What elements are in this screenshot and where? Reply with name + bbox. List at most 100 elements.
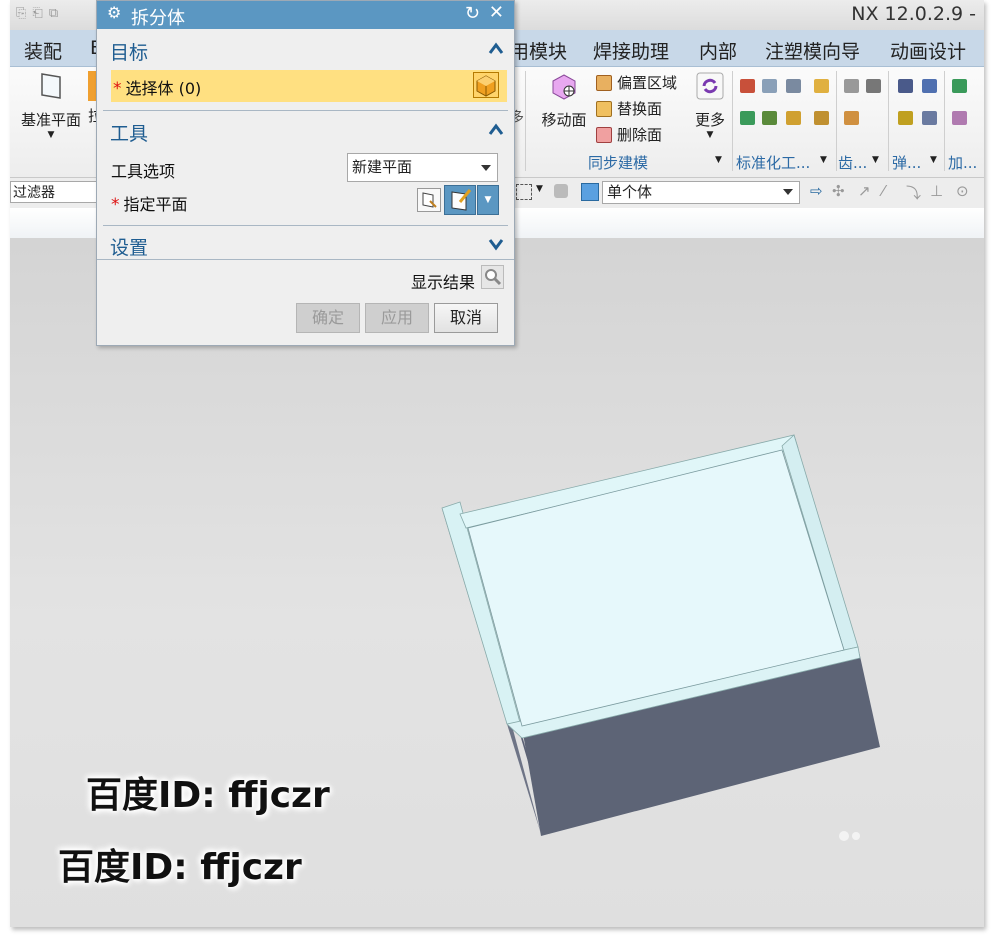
view-indicator-icon [839,831,849,841]
more-button[interactable]: 更多 ▼ [690,71,730,140]
group-label-standard-tools: 标准化工... [736,154,811,172]
fastener-icon[interactable] [740,111,755,125]
window-icon[interactable]: ⧉ [49,6,58,21]
divider [97,259,514,260]
ok-button[interactable]: 确定 [296,303,360,333]
eraser-icon[interactable] [554,184,568,198]
show-result-button[interactable] [481,265,504,289]
apply-button[interactable]: 应用 [365,303,429,333]
gear-pair-icon[interactable] [866,79,881,93]
group-label-sync-modeling: 同步建模 [588,154,649,172]
group-expand-icon[interactable]: ▼ [715,155,722,165]
ribbon-separator [732,71,733,171]
datum-plane-icon [41,73,61,99]
arrow-right-icon[interactable]: ⇨ [810,182,823,200]
divider [103,110,508,111]
dialog-title-bar[interactable]: ⚙ 拆分体 ↻ ✕ [97,1,514,29]
delete-face-icon [596,126,612,143]
select-body-text: 选择体 (0) [125,79,202,98]
spring-icon[interactable] [762,79,777,93]
spring-design-icon[interactable] [898,79,913,93]
group-label-spring: 弹... [892,154,922,172]
plane-options-dropdown[interactable]: ▼ [477,185,499,215]
target-section-header[interactable]: 目标 [97,33,514,67]
delete-face-button[interactable]: 删除面 [596,124,662,145]
center-point-icon[interactable]: ⊙ [956,182,969,200]
snap-point-icon[interactable]: ✣ [832,182,845,200]
plane-select-button[interactable] [417,188,441,212]
select-body-row[interactable]: * 选择体 (0) [111,70,507,102]
close-icon[interactable]: ✕ [489,2,504,23]
group-expand-icon[interactable]: ▼ [820,155,827,165]
line-snap-icon[interactable]: ↗ [858,182,871,200]
tool-icon[interactable] [814,79,829,93]
dropdown-arrow-icon: ▼ [47,130,55,140]
menu-mold-wizard[interactable]: 注塑模向导 [765,37,860,64]
menu-weld-assistant[interactable]: 焊接助理 [593,37,669,64]
gear-tool-icon[interactable] [844,111,859,125]
specify-plane-row: * 指定平面 [111,191,188,215]
watermark: 百度ID: ffjczr [58,847,302,888]
offset-region-button[interactable]: 偏置区域 [596,72,677,93]
chevron-down-icon [488,239,504,251]
tool-option-combo[interactable]: 新建平面 [347,153,498,182]
app-title: NX 12.0.2.9 - [851,3,976,25]
menu-animation-design[interactable]: 动画设计 [890,37,966,64]
select-body-button[interactable] [473,72,499,98]
group-expand-icon[interactable]: ▼ [930,155,937,165]
wrench-icon[interactable] [762,111,777,125]
curve-snap-icon[interactable]: ⤵ [906,182,921,203]
settings-section-title: 设置 [110,237,149,259]
move-face-label: 移动面 [541,111,587,129]
target-section-title: 目标 [110,42,149,64]
plane-dialog-button[interactable] [444,185,476,215]
intersection-icon[interactable]: ⊥ [930,182,943,200]
spring-edit-icon[interactable] [922,79,937,93]
menu-application-modules[interactable]: 用模块 [510,37,567,64]
more-label: 更多 [694,111,725,129]
copy-icon[interactable]: ⎘ [16,6,26,21]
magnifier-icon [485,269,502,286]
datum-plane-label: 基准平面 [20,111,81,129]
move-face-button[interactable]: 移动面 [536,71,592,130]
body-filter-icon[interactable] [581,183,599,201]
menu-internal[interactable]: 内部 [699,37,737,64]
part-library-icon[interactable] [814,111,829,125]
tool-section-header[interactable]: 工具 [97,114,514,148]
type-filter-combo[interactable]: 过滤器 [10,181,106,203]
gear-icon: ⚙ [107,3,122,22]
show-result-label: 显示结果 [411,273,476,292]
solid-body-icon [476,75,496,97]
chevron-down-icon [481,165,491,171]
folder-icon[interactable] [786,111,801,125]
gear-icon[interactable] [844,79,859,93]
dropdown-arrow-icon[interactable]: ▼ [536,184,543,194]
group-expand-icon[interactable]: ▼ [872,155,879,165]
ribbon-separator [888,71,889,171]
machining-tool-icon[interactable] [952,111,967,125]
menu-assembly[interactable]: 装配 [24,37,62,64]
paste-icon[interactable]: ⎗ [32,6,42,21]
nx-window: ⎘ ⎗ ⧉ NX 12.0.2.9 - 装配 E 用模块 焊接助理 内部 注塑模… [10,0,984,927]
replace-face-button[interactable]: 替换面 [596,98,662,119]
machining-icon[interactable] [952,79,967,93]
chevron-up-icon [488,123,504,135]
spring-coil-icon[interactable] [898,111,913,125]
standard-part-icon[interactable] [740,79,755,93]
plane-dialog-icon [451,189,472,211]
quick-access-toolbar: ⎘ ⎗ ⧉ [16,6,58,21]
end-point-icon[interactable]: ⁄ [882,182,885,200]
cancel-button[interactable]: 取消 [434,303,498,333]
settings-section-header[interactable]: 设置 [97,228,514,262]
ribbon-separator [944,71,945,171]
plane-select-icon [422,192,437,208]
reset-icon[interactable]: ↻ [465,3,480,24]
select-body-label: * 选择体 (0) [113,75,201,99]
datum-plane-button[interactable]: 基准平面 ▼ [16,71,86,140]
spring-delete-icon[interactable] [922,111,937,125]
selection-scope-combo[interactable]: 单个体 [602,181,800,204]
group-label-machining: 加... [948,154,978,172]
chevron-down-icon: ▼ [484,195,492,205]
select-box-icon[interactable] [516,184,532,200]
grid-icon[interactable] [786,79,801,93]
